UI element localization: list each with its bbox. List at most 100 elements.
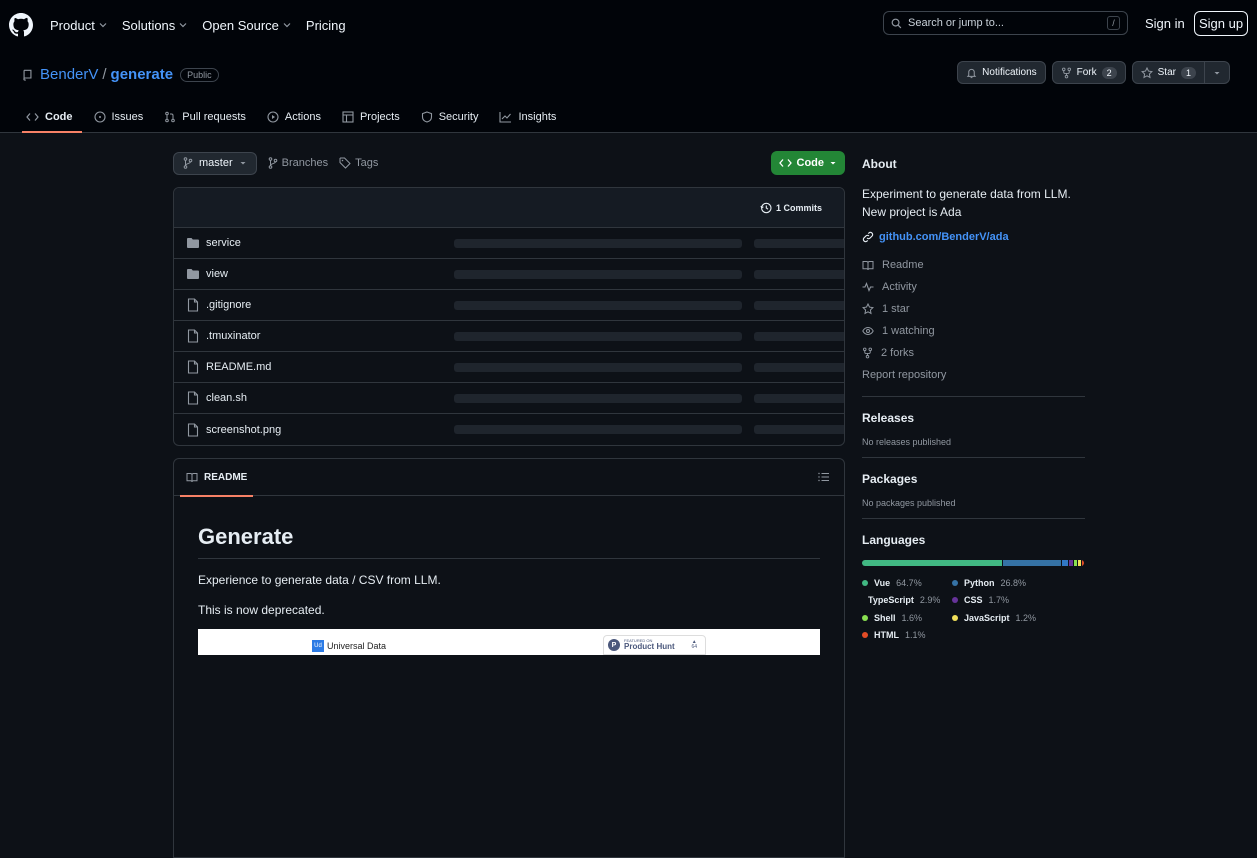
nav-solutions[interactable]: Solutions (122, 18, 188, 33)
star-dropdown-button[interactable] (1205, 61, 1230, 84)
readme-panel: README Generate Experience to generate d… (173, 458, 845, 858)
github-logo-icon[interactable] (9, 13, 33, 37)
packages-heading[interactable]: Packages (862, 472, 1085, 486)
file-row-gitignore[interactable]: .gitignore (174, 290, 844, 321)
tab-code-label: Code (45, 110, 73, 123)
file-name[interactable]: .tmuxinator (206, 330, 260, 342)
releases-heading[interactable]: Releases (862, 411, 1085, 425)
fork-icon (863, 347, 872, 359)
language-percent: 1.6% (901, 612, 923, 623)
branches-link[interactable]: Branches (268, 157, 328, 169)
file-name[interactable]: service (206, 237, 241, 249)
product-hunt-badge[interactable]: P FEATURED ON Product Hunt ▲ 64 (603, 635, 706, 655)
language-bar-segment (1068, 560, 1073, 566)
file-name[interactable]: screenshot.png (206, 424, 281, 436)
readme-link[interactable]: Readme (862, 254, 1085, 276)
language-item[interactable]: CSS 1.7% (952, 592, 1009, 610)
file-name[interactable]: clean.sh (206, 392, 247, 404)
file-row-clean-sh[interactable]: clean.sh (174, 383, 844, 414)
tab-pull-requests[interactable]: Pull requests (160, 100, 255, 133)
file-name[interactable]: README.md (206, 361, 271, 373)
readme-tab-label: README (204, 471, 248, 483)
tab-issues[interactable]: Issues (90, 100, 153, 133)
top-nav: Product Solutions Open Source Pricing (50, 18, 360, 33)
tags-link[interactable]: Tags (339, 157, 378, 169)
nav-product[interactable]: Product (50, 18, 108, 33)
tab-code[interactable]: Code (22, 100, 82, 133)
commit-message-placeholder (454, 301, 742, 310)
language-item[interactable]: Shell 1.6% (862, 609, 938, 627)
forks-link[interactable]: 2 forks (862, 342, 1085, 364)
sign-in-link[interactable]: Sign in (1145, 16, 1185, 31)
file-row-screenshot[interactable]: screenshot.png (174, 414, 844, 445)
language-name: Python (964, 577, 995, 588)
universal-data-logo: Ud Universal Data (312, 640, 386, 652)
tab-insights[interactable]: Insights (495, 100, 565, 133)
nav-open-source[interactable]: Open Source (202, 18, 292, 33)
chevron-down-icon (283, 23, 291, 28)
commit-message-placeholder (454, 270, 742, 279)
git-pull-request-icon (165, 111, 176, 122)
language-item[interactable]: Vue 64.7% (862, 574, 938, 592)
issue-opened-icon (93, 110, 106, 123)
file-row-tmuxinator[interactable]: .tmuxinator (174, 321, 844, 352)
shield-icon (421, 110, 432, 123)
repo-name-link[interactable]: generate (111, 66, 174, 83)
main-content: master Branches Tags Code 1 Commits serv… (173, 151, 845, 858)
star-button[interactable]: Star 1 (1131, 61, 1205, 84)
repo-owner-link[interactable]: BenderV (40, 66, 98, 83)
fork-label: Fork (1076, 67, 1097, 78)
report-repository-link[interactable]: Report repository (862, 364, 1085, 386)
activity-link[interactable]: Activity (862, 276, 1085, 298)
search-placeholder: Search or jump to... (908, 17, 1004, 29)
stars-link-label: 1 star (882, 303, 910, 315)
readme-tab[interactable]: README (179, 459, 254, 497)
language-color-dot (862, 632, 868, 639)
notifications-button[interactable]: Notifications (957, 61, 1046, 84)
file-row-service[interactable]: service (174, 228, 844, 259)
branch-select-button[interactable]: master (173, 151, 257, 175)
language-item[interactable]: HTML 1.1% (862, 627, 938, 645)
file-name[interactable]: view (206, 268, 228, 280)
file-name[interactable]: .gitignore (206, 299, 251, 311)
repo-title-separator: / (102, 66, 107, 83)
repo-description-line: New project is Ada (862, 205, 962, 219)
website-url: github.com/BenderV/ada (879, 231, 1009, 243)
universal-data-label: Universal Data (327, 641, 387, 651)
tab-projects[interactable]: Projects (338, 100, 409, 133)
tab-security[interactable]: Security (417, 100, 488, 133)
star-icon (862, 303, 874, 315)
language-item[interactable]: Python 26.8% (952, 574, 1026, 592)
nav-solutions-label: Solutions (121, 17, 176, 33)
language-item[interactable]: JavaScript 1.2% (952, 609, 1036, 627)
fork-button[interactable]: Fork 2 (1051, 61, 1126, 84)
triangle-down-icon (240, 162, 246, 165)
nav-pricing[interactable]: Pricing (306, 18, 346, 33)
star-icon (1140, 66, 1153, 78)
tab-actions-label: Actions (284, 110, 321, 123)
commit-date-placeholder (754, 363, 844, 372)
sign-up-button[interactable]: Sign up (1194, 11, 1248, 36)
triangle-down-icon (1214, 71, 1220, 74)
fork-count: 2 (1101, 66, 1117, 79)
code-dropdown-button[interactable]: Code (770, 151, 845, 175)
repo-tabs: Code Issues Pull requests Actions Projec… (22, 100, 573, 133)
language-bar-segment (862, 560, 1002, 566)
watchers-link[interactable]: 1 watching (862, 320, 1085, 342)
graph-icon (499, 111, 512, 123)
file-row-view[interactable]: view (174, 259, 844, 290)
search-input[interactable]: Search or jump to... / (883, 11, 1128, 35)
sidebar-divider (862, 518, 1085, 519)
file-row-readme[interactable]: README.md (174, 352, 844, 383)
tab-actions[interactable]: Actions (263, 100, 330, 133)
commits-link[interactable]: 1 Commits (776, 203, 822, 213)
readme-paragraph: Experience to generate data / CSV from L… (198, 573, 441, 587)
website-link[interactable]: github.com/BenderV/ada (862, 231, 1085, 243)
language-item[interactable]: TypeScript 2.9% (862, 592, 940, 610)
repo-actions: Notifications Fork 2 Star 1 (957, 61, 1230, 84)
list-unordered-icon[interactable] (818, 472, 830, 482)
repo-icon (23, 69, 32, 81)
stars-link[interactable]: 1 star (862, 298, 1085, 320)
file-toolbar: master Branches Tags Code (173, 151, 845, 175)
tab-projects-label: Projects (359, 110, 400, 123)
